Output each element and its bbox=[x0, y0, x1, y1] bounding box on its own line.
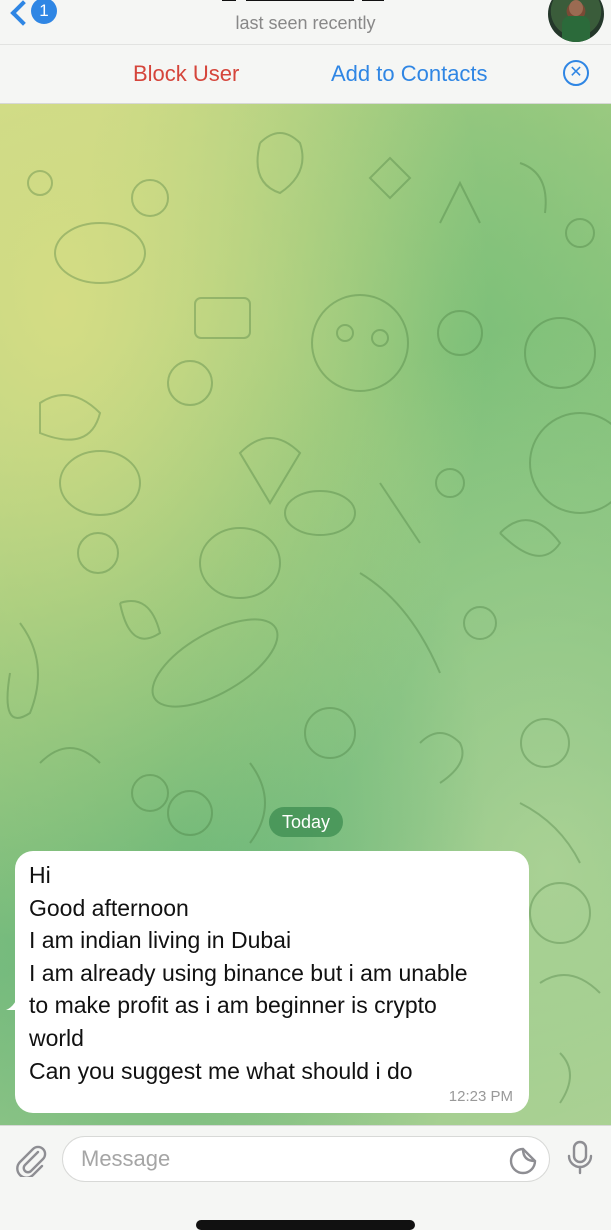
chat-area: Today Hi Good afternoon I am indian livi… bbox=[0, 103, 611, 1125]
incoming-message-bubble[interactable]: Hi Good afternoon I am indian living in … bbox=[15, 851, 529, 1113]
paperclip-icon[interactable] bbox=[14, 1143, 48, 1177]
message-line: Good afternoon bbox=[29, 894, 189, 921]
close-circle-icon[interactable]: ✕ bbox=[563, 60, 589, 86]
message-line: Can you suggest me what should i do bbox=[29, 1057, 413, 1084]
contact-name-redacted[interactable] bbox=[222, 0, 384, 4]
add-to-contacts-button[interactable]: Add to Contacts bbox=[331, 61, 488, 87]
sticker-icon[interactable] bbox=[508, 1146, 538, 1176]
avatar[interactable] bbox=[548, 0, 604, 42]
date-separator: Today bbox=[269, 807, 343, 837]
block-user-button[interactable]: Block User bbox=[133, 61, 239, 87]
message-line: to make profit as i am beginner is crypt… bbox=[29, 992, 437, 1019]
action-bar: Block User Add to Contacts ✕ bbox=[0, 44, 611, 104]
message-line: I am indian living in Dubai bbox=[29, 927, 292, 954]
message-input[interactable] bbox=[62, 1136, 550, 1182]
last-seen-status: last seen recently bbox=[235, 13, 376, 33]
composer-bar bbox=[0, 1125, 611, 1230]
message-line: world bbox=[29, 1024, 84, 1051]
microphone-icon[interactable] bbox=[565, 1140, 595, 1176]
message-timestamp: 12:23 PM bbox=[448, 1088, 513, 1105]
message-line: Hi bbox=[29, 862, 51, 888]
message-line: I am already using binance but i am unab… bbox=[29, 959, 468, 986]
chat-header: 1 last seen recently bbox=[0, 0, 611, 44]
